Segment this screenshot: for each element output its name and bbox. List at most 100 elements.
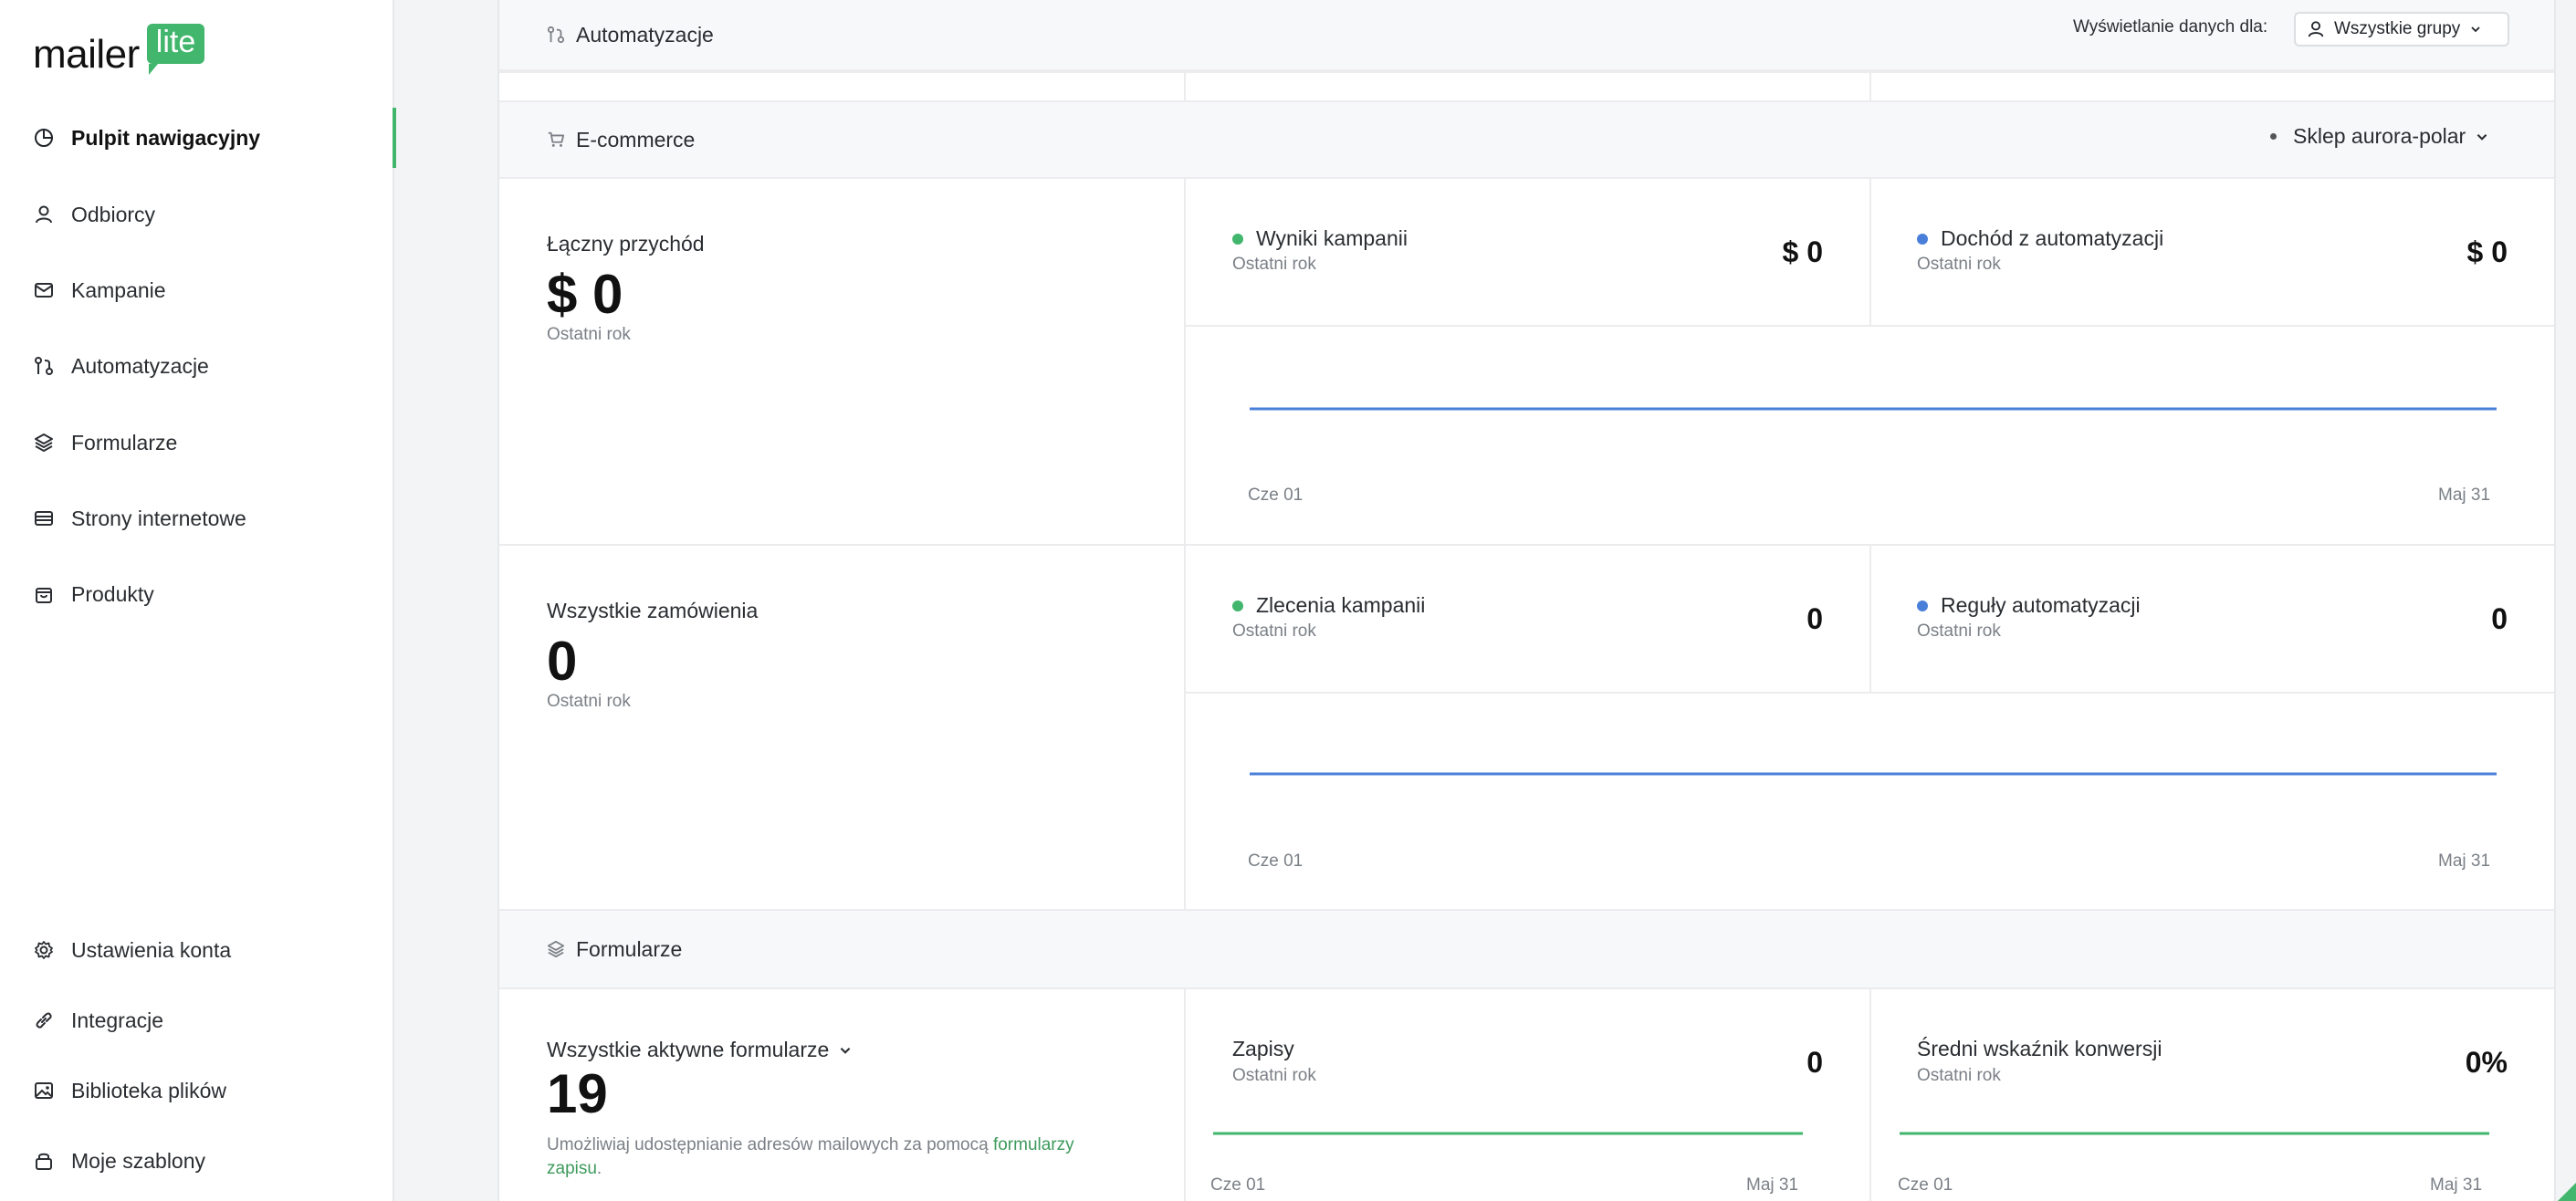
sidebar-item-automations[interactable]: Automatyzacje	[0, 336, 394, 396]
all-orders-period: Ostatni rok	[547, 692, 631, 711]
logo-badge: lite	[146, 24, 205, 75]
conversion-axis-end: Maj 31	[2430, 1175, 2483, 1195]
campaign-orders-label: Zlecenia kampanii	[1256, 593, 1426, 617]
revenue-axis-end: Maj 31	[2438, 486, 2491, 505]
sidebar-item-label: Biblioteka plików	[71, 1078, 227, 1102]
campaign-results-title: Wyniki kampanii	[1232, 226, 1408, 251]
mail-icon	[33, 279, 55, 301]
group-filter-select[interactable]: Wszystkie grupy	[2294, 12, 2509, 47]
conversion-title: Średni wskaźnik konwersji	[1917, 1037, 2162, 1060]
divider	[1184, 692, 2554, 694]
total-revenue-label: Łączny przychód	[547, 232, 705, 256]
divider	[1184, 71, 1186, 102]
campaign-orders-period: Ostatni rok	[1232, 621, 1316, 641]
chevron-down-icon	[2471, 26, 2480, 33]
sidebar-item-websites[interactable]: Strony internetowe	[0, 488, 394, 548]
mailerlite-logo[interactable]: mailer lite	[33, 24, 205, 75]
store-status-dot	[2270, 133, 2277, 140]
automation-rules-title: Reguły automatyzacji	[1917, 593, 2141, 618]
conversion-value: 0%	[2465, 1046, 2508, 1079]
website-icon	[33, 507, 55, 529]
blue-dot-icon	[1917, 600, 1928, 611]
orders-axis-end: Maj 31	[2438, 851, 2491, 871]
active-forms-count: 19	[547, 1063, 608, 1124]
sidebar-item-my-templates[interactable]: Moje szablony	[0, 1131, 394, 1191]
user-icon	[2308, 21, 2324, 37]
forms-section-header: Formularze	[499, 909, 2554, 989]
campaign-orders-title: Zlecenia kampanii	[1232, 593, 1425, 618]
signups-period: Ostatni rok	[1232, 1066, 1316, 1085]
dashboard-card: Automatyzacje Wyświetlanie danych dla: W…	[497, 0, 2556, 1201]
campaign-results-period: Ostatni rok	[1232, 255, 1316, 274]
green-dot-icon	[1232, 233, 1243, 245]
automation-income-period: Ostatni rok	[1917, 255, 2001, 274]
conversion-axis-start: Cze 01	[1898, 1175, 1953, 1195]
chevron-down-icon	[2477, 133, 2487, 141]
total-revenue-value: $ 0	[547, 264, 623, 325]
divider	[1869, 544, 1871, 692]
blue-dot-icon	[1917, 233, 1928, 245]
sidebar-item-integrations[interactable]: Integracje	[0, 990, 394, 1050]
signups-chart	[1213, 1132, 1803, 1135]
signups-axis-start: Cze 01	[1210, 1175, 1266, 1195]
bag-icon	[33, 583, 55, 605]
chevron-down-icon	[841, 1047, 851, 1054]
lock-icon	[33, 1150, 55, 1172]
sidebar: mailer lite Pulpit nawigacyjny Odbiorcy …	[0, 0, 396, 1201]
campaign-results-label: Wyniki kampanii	[1256, 226, 1408, 250]
automation-rules-label: Reguły automatyzacji	[1941, 593, 2141, 617]
orders-chart	[1250, 772, 2497, 776]
sidebar-item-label: Kampanie	[71, 277, 166, 302]
automations-section-title: Automatyzacje	[576, 22, 714, 47]
automation-income-title: Dochód z automatyzacji	[1917, 226, 2163, 251]
divider	[499, 71, 2554, 73]
divider	[1184, 325, 2554, 327]
sidebar-item-account-settings[interactable]: Ustawienia konta	[0, 920, 394, 980]
cart-icon	[547, 131, 565, 149]
divider	[1869, 179, 1871, 327]
signups-axis-end: Maj 31	[1746, 1175, 1799, 1195]
forms-section-title: Formularze	[576, 936, 683, 961]
sidebar-item-label: Pulpit nawigacyjny	[71, 125, 261, 150]
sidebar-item-subscribers[interactable]: Odbiorcy	[0, 184, 394, 245]
image-icon	[33, 1080, 55, 1102]
divider	[1184, 989, 1186, 1201]
green-dot-icon	[1232, 600, 1243, 611]
sidebar-item-campaigns[interactable]: Kampanie	[0, 260, 394, 320]
divider	[1869, 989, 1871, 1201]
sidebar-item-file-library[interactable]: Biblioteka plików	[0, 1060, 394, 1121]
gear-icon	[33, 939, 55, 961]
sidebar-item-products[interactable]: Produkty	[0, 564, 394, 624]
automation-income-value: $ 0	[2466, 235, 2508, 268]
orders-axis-start: Cze 01	[1248, 851, 1304, 871]
automation-icon	[33, 355, 55, 377]
forms-description: Umożliwiaj udostępnianie adresów mailowy…	[547, 1133, 1131, 1181]
store-select[interactable]: Sklep aurora-polar	[2270, 124, 2489, 149]
sidebar-item-dashboard[interactable]: Pulpit nawigacyjny	[0, 108, 396, 168]
all-orders-value: 0	[547, 631, 578, 692]
revenue-chart	[1250, 407, 2497, 411]
layers-icon	[547, 940, 565, 958]
revenue-axis-start: Cze 01	[1248, 486, 1304, 505]
signups-value: 0	[1806, 1046, 1823, 1079]
automation-rules-value: 0	[2491, 602, 2508, 635]
campaign-orders-value: 0	[1806, 602, 1823, 635]
signups-title: Zapisy	[1232, 1037, 1294, 1060]
conversion-chart	[1900, 1132, 2489, 1135]
sidebar-item-label: Odbiorcy	[71, 202, 156, 226]
help-widget-corner[interactable]	[2554, 1179, 2576, 1201]
conversion-period: Ostatni rok	[1917, 1066, 2001, 1085]
link-icon	[33, 1009, 55, 1031]
divider	[1869, 71, 1871, 102]
divider	[499, 544, 2554, 546]
sidebar-item-forms[interactable]: Formularze	[0, 413, 394, 473]
sidebar-item-label: Moje szablony	[71, 1148, 206, 1173]
automation-icon	[547, 26, 565, 44]
store-select-value: Sklep aurora-polar	[2293, 124, 2466, 148]
automation-rules-period: Ostatni rok	[1917, 621, 2001, 641]
campaign-results-value: $ 0	[1782, 235, 1823, 268]
sidebar-item-label: Integracje	[71, 1008, 164, 1032]
forms-filter-select[interactable]: Wszystkie aktywne formularze	[547, 1038, 853, 1062]
sidebar-item-label: Strony internetowe	[71, 506, 246, 530]
sidebar-item-label: Automatyzacje	[71, 353, 209, 378]
